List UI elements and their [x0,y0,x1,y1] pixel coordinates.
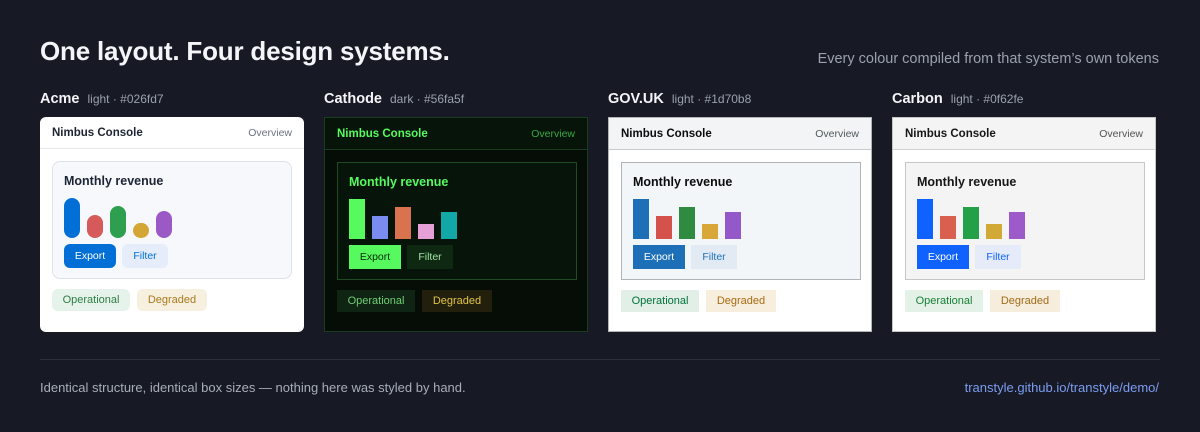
app-title: Nimbus Console [905,127,996,140]
revenue-bar [64,198,80,238]
revenue-bar [963,207,979,239]
panel-title: Monthly revenue [349,175,449,189]
revenue-bar [441,212,457,239]
status-badge-operational: Operational [337,290,415,312]
preview-card: Nimbus Console Overview Monthly revenue … [608,117,872,332]
revenue-bar [87,215,103,238]
revenue-bar-chart [64,196,184,238]
nav-link-overview[interactable]: Overview [248,127,292,139]
filter-button[interactable]: Filter [407,245,453,269]
revenue-bar-chart [917,197,1037,239]
system-name: Carbon [892,91,943,107]
filter-button[interactable]: Filter [975,245,1021,269]
revenue-bar-chart [633,197,753,239]
status-badge-degraded: Degraded [137,289,207,311]
system-header: Carbon light · #0f62fe [892,91,1156,111]
app-title: Nimbus Console [621,127,712,140]
nav-link-overview[interactable]: Overview [815,128,859,140]
divider [40,359,1160,360]
revenue-bar [986,224,1002,239]
revenue-bar [656,216,672,239]
system-column-govuk: GOV.UK light · #1d70b8 Nimbus Console Ov… [608,91,872,332]
system-meta: light · #1d70b8 [671,92,752,106]
system-column-carbon: Carbon light · #0f62fe Nimbus Console Ov… [892,91,1156,332]
filter-button[interactable]: Filter [122,244,168,268]
system-header: GOV.UK light · #1d70b8 [608,91,872,111]
system-header: Acme light · #026fd7 [40,91,304,111]
export-button[interactable]: Export [349,245,401,269]
revenue-bar [633,199,649,239]
page-subline: Every colour compiled from that system’s… [817,51,1159,67]
revenue-bar [725,212,741,239]
preview-card: Nimbus Console Overview Monthly revenue … [324,117,588,332]
footer-note: Identical structure, identical box sizes… [40,380,466,395]
system-header: Cathode dark · #56fa5f [324,91,588,111]
system-meta: light · #0f62fe [950,92,1024,106]
revenue-bar [917,199,933,239]
status-badge-degraded: Degraded [422,290,492,312]
status-badge-operational: Operational [621,290,699,312]
preview-card: Nimbus Console Overview Monthly revenue … [40,117,304,332]
revenue-panel: Monthly revenue Export Filter [52,161,292,279]
revenue-bar [372,216,388,239]
revenue-bar [940,216,956,239]
panel-title: Monthly revenue [64,174,164,188]
status-badge-operational: Operational [905,290,983,312]
system-name: Acme [40,91,80,107]
page-headline: One layout. Four design systems. [40,36,450,66]
revenue-bar [156,211,172,238]
revenue-bar-chart [349,197,469,239]
export-button[interactable]: Export [917,245,969,269]
status-badge-operational: Operational [52,289,130,311]
revenue-panel: Monthly revenue Export Filter [905,162,1145,280]
preview-card: Nimbus Console Overview Monthly revenue … [892,117,1156,332]
app-title: Nimbus Console [52,126,143,139]
system-name: Cathode [324,91,382,107]
revenue-bar [395,207,411,239]
revenue-bar [702,224,718,239]
revenue-bar [110,206,126,238]
system-column-cathode: Cathode dark · #56fa5f Nimbus Console Ov… [324,91,588,332]
nav-link-overview[interactable]: Overview [531,128,575,140]
export-button[interactable]: Export [633,245,685,269]
app-bar: Nimbus Console Overview [893,118,1155,150]
revenue-bar [679,207,695,239]
revenue-panel: Monthly revenue Export Filter [337,162,577,280]
status-badge-degraded: Degraded [706,290,776,312]
revenue-bar [133,223,149,238]
nav-link-overview[interactable]: Overview [1099,128,1143,140]
revenue-bar [1009,212,1025,239]
system-column-acme: Acme light · #026fd7 Nimbus Console Over… [40,91,304,332]
panel-title: Monthly revenue [917,175,1017,189]
app-bar: Nimbus Console Overview [609,118,871,150]
system-meta: light · #026fd7 [87,92,164,106]
export-button[interactable]: Export [64,244,116,268]
revenue-bar [418,224,434,239]
system-meta: dark · #56fa5f [390,92,465,106]
system-name: GOV.UK [608,91,664,107]
status-badge-degraded: Degraded [990,290,1060,312]
app-title: Nimbus Console [337,127,428,140]
app-bar: Nimbus Console Overview [40,117,304,149]
filter-button[interactable]: Filter [691,245,737,269]
panel-title: Monthly revenue [633,175,733,189]
revenue-panel: Monthly revenue Export Filter [621,162,861,280]
revenue-bar [349,199,365,239]
app-bar: Nimbus Console Overview [325,118,587,150]
demo-link[interactable]: transtyle.github.io/transtyle/demo/ [965,380,1159,395]
